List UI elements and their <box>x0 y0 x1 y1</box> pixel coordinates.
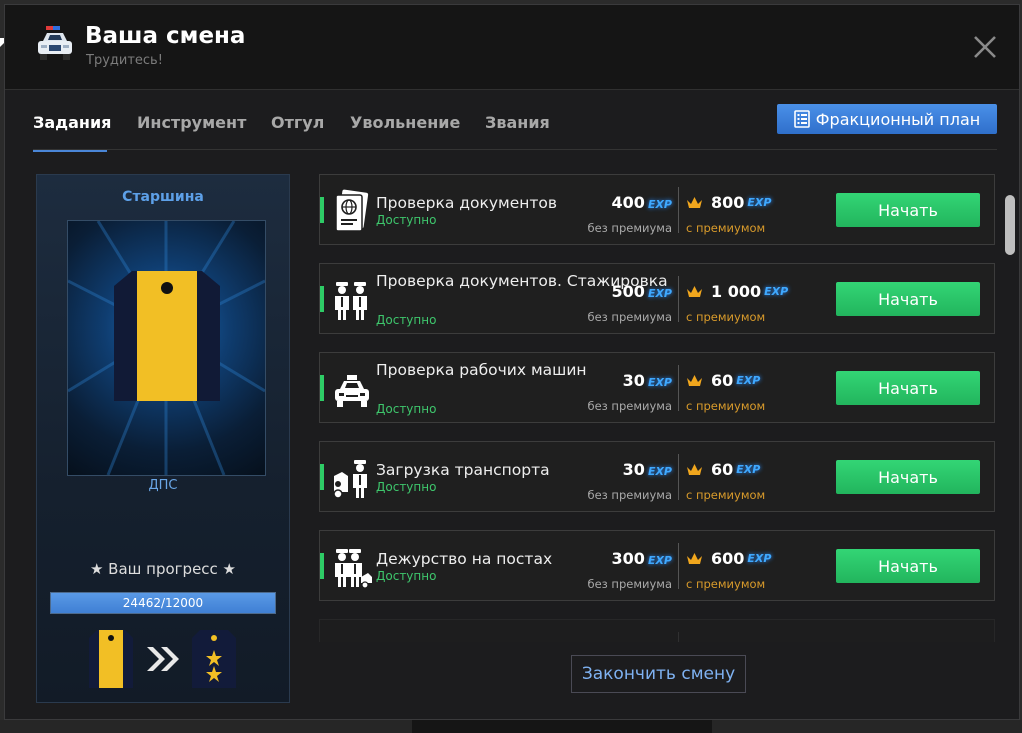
task-row: Проверка рабочих машин Доступно 30 EXP бе… <box>319 352 995 423</box>
rank-panel: Старшина ДПС ★ Ваш прогресс ★ 24462/1200… <box>36 174 290 703</box>
tab-tools[interactable]: Инструмент <box>137 113 246 132</box>
tab-tasks[interactable]: Задания <box>33 113 111 132</box>
exp-divider <box>678 187 679 233</box>
rank-name: Старшина <box>122 189 204 205</box>
start-task-button[interactable]: Начать <box>836 193 980 227</box>
exp-with-premium: 800 EXP <box>686 193 771 212</box>
exp-without-premium: 300 EXP <box>611 549 672 568</box>
post-duty-icon <box>335 549 372 589</box>
task-status: Доступно <box>376 480 437 494</box>
task-row: Дежурство на постах Доступно 300 EXP без … <box>319 530 995 601</box>
task-status: Доступно <box>376 402 437 416</box>
exp-divider <box>678 365 679 411</box>
with-premium-label: с премиумом <box>686 310 766 324</box>
crown-icon <box>687 197 702 208</box>
task-status: Доступно <box>376 569 437 583</box>
task-status-stripe <box>320 464 324 490</box>
task-name: Дежурство на постах <box>376 550 553 568</box>
crown-icon <box>687 375 702 386</box>
without-premium-label: без премиума <box>587 310 672 324</box>
start-task-button[interactable]: Начать <box>836 371 980 405</box>
crown-icon <box>687 464 702 475</box>
exp-without-premium: 30 EXP <box>622 460 672 479</box>
task-row-partial <box>319 619 995 642</box>
with-premium-label: с премиумом <box>686 488 766 502</box>
without-premium-label: без премиума <box>587 577 672 591</box>
task-name: Загрузка транспорта <box>376 461 550 479</box>
next-rank-epaulet-icon <box>192 630 236 688</box>
with-premium-label: с премиумом <box>686 221 766 235</box>
progress-label: ★ Ваш прогресс ★ <box>89 560 237 578</box>
rank-insignia-card <box>67 220 266 476</box>
crown-icon <box>687 553 702 564</box>
exp-with-premium: 1 000 EXP <box>686 282 788 301</box>
tabs-divider <box>33 149 997 150</box>
without-premium-label: без премиума <box>587 399 672 413</box>
end-shift-button[interactable]: Закончить смену <box>571 655 746 693</box>
window-subtitle: Трудитесь! <box>86 53 163 68</box>
exp-divider <box>678 543 679 589</box>
taxi-car-icon <box>335 375 369 407</box>
start-task-button[interactable]: Начать <box>836 460 980 494</box>
task-status-stripe <box>320 286 324 312</box>
task-list-scrollbar[interactable] <box>1005 195 1015 255</box>
task-status: Доступно <box>376 313 437 327</box>
rank-insignia-image <box>68 221 265 475</box>
tab-ranks[interactable]: Звания <box>485 113 550 132</box>
exp-divider <box>678 454 679 500</box>
current-rank-epaulet-icon <box>89 630 133 688</box>
task-status: Доступно <box>376 213 437 227</box>
tab-day-off[interactable]: Отгул <box>271 113 324 132</box>
start-task-button[interactable]: Начать <box>836 549 980 583</box>
task-status-stripe <box>320 197 324 223</box>
exp-without-premium: 30 EXP <box>622 371 672 390</box>
double-chevron-right-icon <box>147 647 179 671</box>
exp-divider <box>678 276 679 322</box>
progress-bar: 24462/12000 <box>50 592 276 614</box>
passport-icon <box>335 189 369 232</box>
without-premium-label: без премиума <box>587 488 672 502</box>
crown-icon <box>687 286 702 297</box>
task-name: Проверка документов <box>376 194 558 212</box>
progress-text: 24462/12000 <box>122 596 204 610</box>
without-premium-label: без премиума <box>587 221 672 235</box>
background-block <box>412 720 712 733</box>
exp-without-premium: 400 EXP <box>611 193 672 212</box>
task-row: Проверка документов. Стажировка Доступно… <box>319 263 995 334</box>
task-status-stripe <box>320 375 324 401</box>
exp-without-premium: 500 EXP <box>611 282 672 301</box>
tow-officer-icon <box>333 460 367 499</box>
task-row: Загрузка транспорта Доступно 30 EXP без п… <box>319 441 995 512</box>
task-name: Проверка рабочих машин <box>376 361 587 379</box>
police-car-icon <box>38 26 72 60</box>
with-premium-label: с премиумом <box>686 577 766 591</box>
shift-window: Ваша смена Трудитесь! Задания Инструмент… <box>4 4 1020 720</box>
exp-with-premium: 60 EXP <box>686 371 760 390</box>
with-premium-label: с премиумом <box>686 399 766 413</box>
faction-plan-button[interactable]: Фракционный план <box>777 104 997 134</box>
tab-dismissal[interactable]: Увольнение <box>350 113 460 132</box>
officers-icon <box>335 282 367 320</box>
clipboard-icon <box>793 110 810 128</box>
background-strip <box>0 720 1022 733</box>
exp-with-premium: 60 EXP <box>686 460 760 479</box>
exp-divider <box>678 632 679 642</box>
window-title: Ваша смена <box>85 23 246 49</box>
rank-group: ДПС <box>148 478 178 493</box>
faction-plan-label: Фракционный план <box>815 109 981 129</box>
task-list: Проверка документов Доступно 400 EXP без … <box>319 174 997 642</box>
task-row: Проверка документов Доступно 400 EXP без … <box>319 174 995 245</box>
window-header: Ваша смена Трудитесь! <box>5 5 1019 90</box>
task-status-stripe <box>320 553 324 579</box>
exp-with-premium: 600 EXP <box>686 549 771 568</box>
start-task-button[interactable]: Начать <box>836 282 980 316</box>
close-icon[interactable] <box>971 33 999 61</box>
